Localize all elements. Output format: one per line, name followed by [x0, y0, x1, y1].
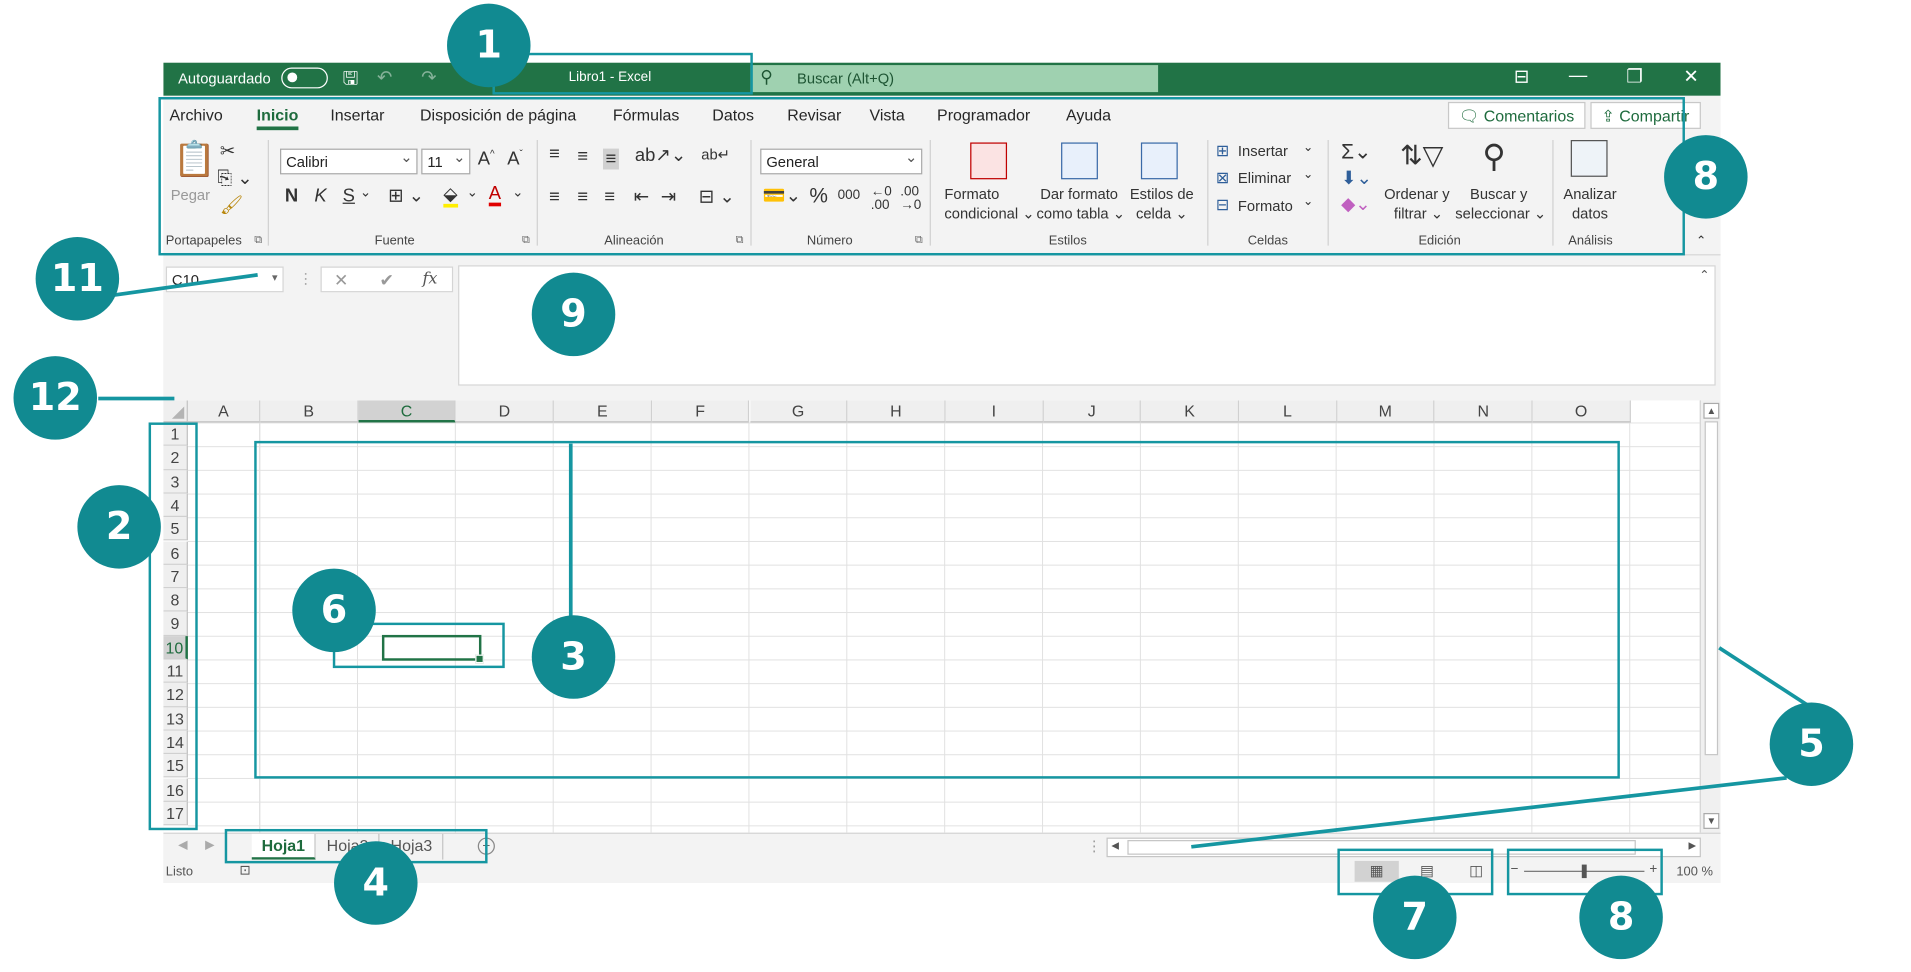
expand-formula-icon[interactable]: ⌃ [1699, 269, 1709, 283]
minimize-icon[interactable]: — [1554, 65, 1603, 86]
restore-icon[interactable]: ❐ [1610, 65, 1659, 87]
scroll-right-icon[interactable]: ▶ [1688, 840, 1696, 851]
formula-buttons: ✕ ✔ fx [320, 266, 454, 293]
annotation-box-title [492, 52, 753, 95]
column-header[interactable]: E [553, 400, 652, 423]
scroll-left-icon[interactable]: ◀ [1111, 840, 1119, 851]
column-header[interactable]: H [847, 400, 946, 423]
autosave-label: Autoguardado [178, 70, 271, 88]
kebab-icon[interactable]: ⋮ [298, 270, 313, 287]
annotation-badge-2: 2 [77, 485, 161, 569]
search-icon: ⚲ [760, 66, 773, 86]
redo-icon[interactable]: ↷ [421, 66, 436, 89]
column-header[interactable]: J [1043, 400, 1142, 423]
insert-function-icon[interactable]: fx [422, 270, 437, 288]
annotation-badge-4: 4 [334, 841, 418, 925]
tutorial-figure: Autoguardado 🖫 ↶ ↷ Libro1 - Excel ⚲ Busc… [0, 0, 1911, 970]
annotation-line-3 [569, 443, 573, 636]
annotation-line-5a [1718, 646, 1810, 707]
column-header[interactable]: C [358, 400, 457, 423]
column-header[interactable]: F [651, 400, 750, 423]
column-header[interactable]: D [456, 400, 554, 423]
select-all-button[interactable] [163, 400, 188, 423]
sheet-next-icon[interactable]: ▶ [205, 839, 214, 853]
annotation-box-ribbon [158, 97, 1685, 256]
annotation-badge-8-ribbon: 8 [1664, 135, 1748, 219]
annotation-badge-9: 9 [531, 272, 616, 357]
sheet-prev-icon[interactable]: ◀ [178, 839, 187, 853]
enter-icon[interactable]: ✔ [379, 270, 393, 291]
vertical-scrollbar[interactable]: ▲ ▼ [1699, 400, 1721, 833]
annotation-badge-5: 5 [1769, 702, 1854, 786]
column-header[interactable]: I [945, 400, 1044, 423]
undo-icon[interactable]: ↶ [377, 66, 392, 89]
annotation-box-grid [254, 440, 1620, 779]
column-header[interactable]: A [187, 400, 261, 423]
annotation-box-row-headers [148, 422, 198, 831]
annotation-badge-8-zoom: 8 [1579, 875, 1663, 960]
search-box[interactable]: ⚲ Buscar (Alt+Q) [750, 65, 1159, 93]
annotation-badge-3: 3 [531, 615, 616, 699]
annotation-badge-12: 12 [13, 356, 98, 440]
annotation-line-12 [98, 396, 175, 400]
column-header[interactable]: G [749, 400, 848, 423]
formula-bar-area: C10 ⋮ ✕ ✔ fx ⌃ [163, 255, 1721, 391]
column-header[interactable]: N [1434, 400, 1533, 423]
save-icon[interactable]: 🖫 [343, 66, 359, 97]
annotation-badge-7: 7 [1373, 875, 1457, 960]
annotation-badge-1: 1 [447, 3, 531, 88]
vertical-scroll-thumb[interactable] [1704, 421, 1719, 756]
cancel-icon[interactable]: ✕ [334, 270, 348, 291]
scroll-down-icon[interactable]: ▼ [1703, 813, 1720, 829]
splitter-icon[interactable]: ⋮ [1087, 838, 1102, 855]
autosave-toggle[interactable] [281, 67, 328, 89]
ribbon-display-icon[interactable]: ⊟ [1497, 65, 1546, 87]
annotation-badge-11: 11 [35, 237, 120, 321]
search-placeholder: Buscar (Alt+Q) [797, 70, 895, 88]
formula-input[interactable]: ⌃ [458, 265, 1716, 386]
column-header[interactable]: B [260, 400, 359, 423]
column-header[interactable]: M [1337, 400, 1435, 423]
macro-record-icon[interactable]: ⊡ [239, 862, 250, 878]
column-header[interactable]: O [1532, 400, 1631, 423]
column-header[interactable]: L [1239, 400, 1338, 423]
annotation-badge-6: 6 [292, 568, 376, 653]
column-header[interactable]: K [1141, 400, 1240, 423]
zoom-level: 100 % [1676, 864, 1713, 880]
close-icon[interactable]: ✕ [1667, 65, 1716, 87]
scroll-up-icon[interactable]: ▲ [1703, 402, 1720, 419]
status-ready: Listo [165, 864, 194, 880]
collapse-ribbon-icon[interactable]: ⌃ [1696, 235, 1706, 248]
title-bar: Autoguardado 🖫 ↶ ↷ Libro1 - Excel ⚲ Busc… [163, 62, 1721, 97]
